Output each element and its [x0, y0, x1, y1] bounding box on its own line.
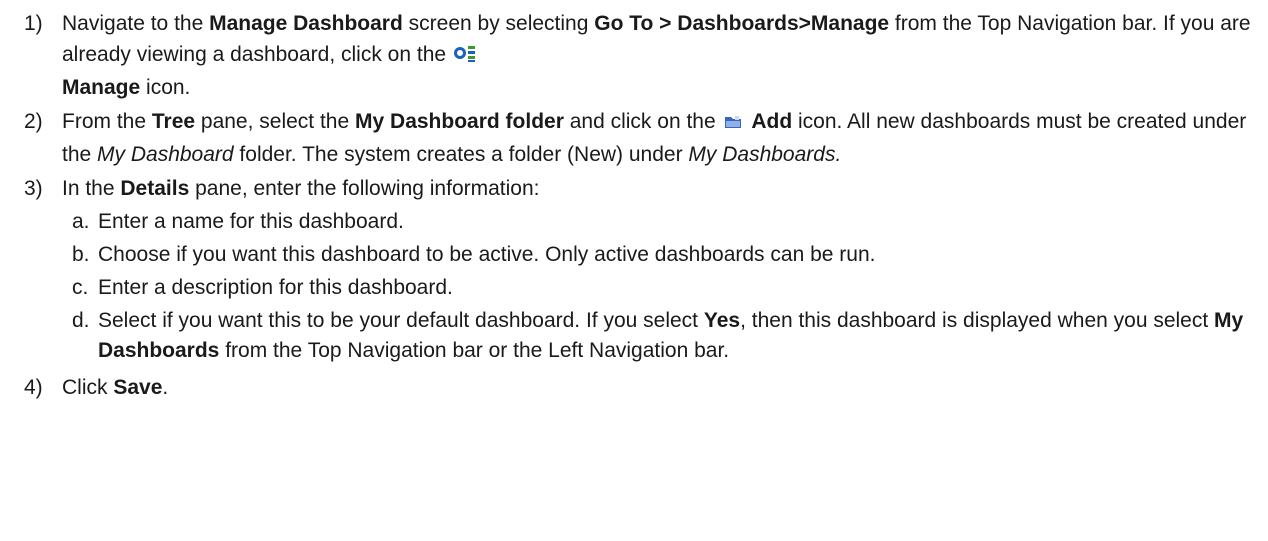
substep-text: Enter a description for this dashboard. — [98, 276, 453, 299]
substep-text: Enter a name for this dashboard. — [98, 210, 404, 233]
step-text: folder. The system creates a folder (New… — [233, 143, 689, 166]
step-text: and click on the — [563, 110, 722, 133]
step-text: From the — [62, 110, 152, 133]
substep-a: a. Enter a name for this dashboard. — [0, 207, 1268, 237]
my-dashboard-folder-label: My Dashboard folder — [355, 110, 564, 133]
manage-label: Manage — [62, 76, 141, 99]
tree-label: Tree — [151, 110, 196, 133]
add-label: Add — [751, 110, 793, 133]
substep-c: c. Enter a description for this dashboar… — [0, 273, 1268, 303]
step-number: 1) — [24, 12, 43, 35]
step-text: Navigate to the — [62, 12, 210, 35]
substep-text: from the Top Navigation bar or the Left … — [219, 339, 730, 362]
step-text: Click — [62, 376, 114, 399]
manage-dashboard-label: Manage Dashboard — [209, 12, 403, 35]
details-label: Details — [120, 177, 190, 200]
substep-letter: b. — [72, 243, 90, 266]
yes-label: Yes — [703, 309, 741, 332]
step-text: icon. — [140, 76, 191, 99]
substep-text: Choose if you want this dashboard to be … — [98, 243, 876, 266]
go-to-path: Go To > Dashboards>Manage — [594, 12, 890, 35]
substep-d: d. Select if you want this to be your de… — [0, 306, 1268, 366]
my-dashboard-italic: My Dashboard — [97, 143, 234, 166]
substep-letter: a. — [72, 210, 90, 233]
my-dashboards-italic: My Dashboards. — [688, 143, 842, 166]
step-number: 2) — [24, 110, 43, 133]
step-number: 4) — [24, 376, 43, 399]
substep-text: , then this dashboard is displayed when … — [740, 309, 1215, 332]
step-1: 1) Navigate to the Manage Dashboard scre… — [0, 8, 1268, 103]
step-text: pane, select the — [195, 110, 356, 133]
step-2: 2) From the Tree pane, select the My Das… — [0, 106, 1268, 170]
substep-b: b. Choose if you want this dashboard to … — [0, 240, 1268, 270]
step-text: In the — [62, 177, 121, 200]
substep-letter: d. — [72, 309, 90, 332]
add-icon — [723, 108, 743, 139]
save-label: Save — [113, 376, 163, 399]
step-text: . — [162, 376, 169, 399]
step-text: screen by selecting — [402, 12, 595, 35]
step-4: 4) Click Save. — [0, 372, 1268, 403]
instruction-list: 1) Navigate to the Manage Dashboard scre… — [0, 0, 1268, 403]
substep-letter: c. — [72, 276, 89, 299]
substep-text: Select if you want this to be your defau… — [98, 309, 704, 332]
step-number: 3) — [24, 177, 43, 200]
step-3: 3) In the Details pane, enter the follow… — [0, 173, 1268, 204]
step-text: pane, enter the following information: — [189, 177, 540, 200]
manage-icon — [453, 41, 478, 72]
